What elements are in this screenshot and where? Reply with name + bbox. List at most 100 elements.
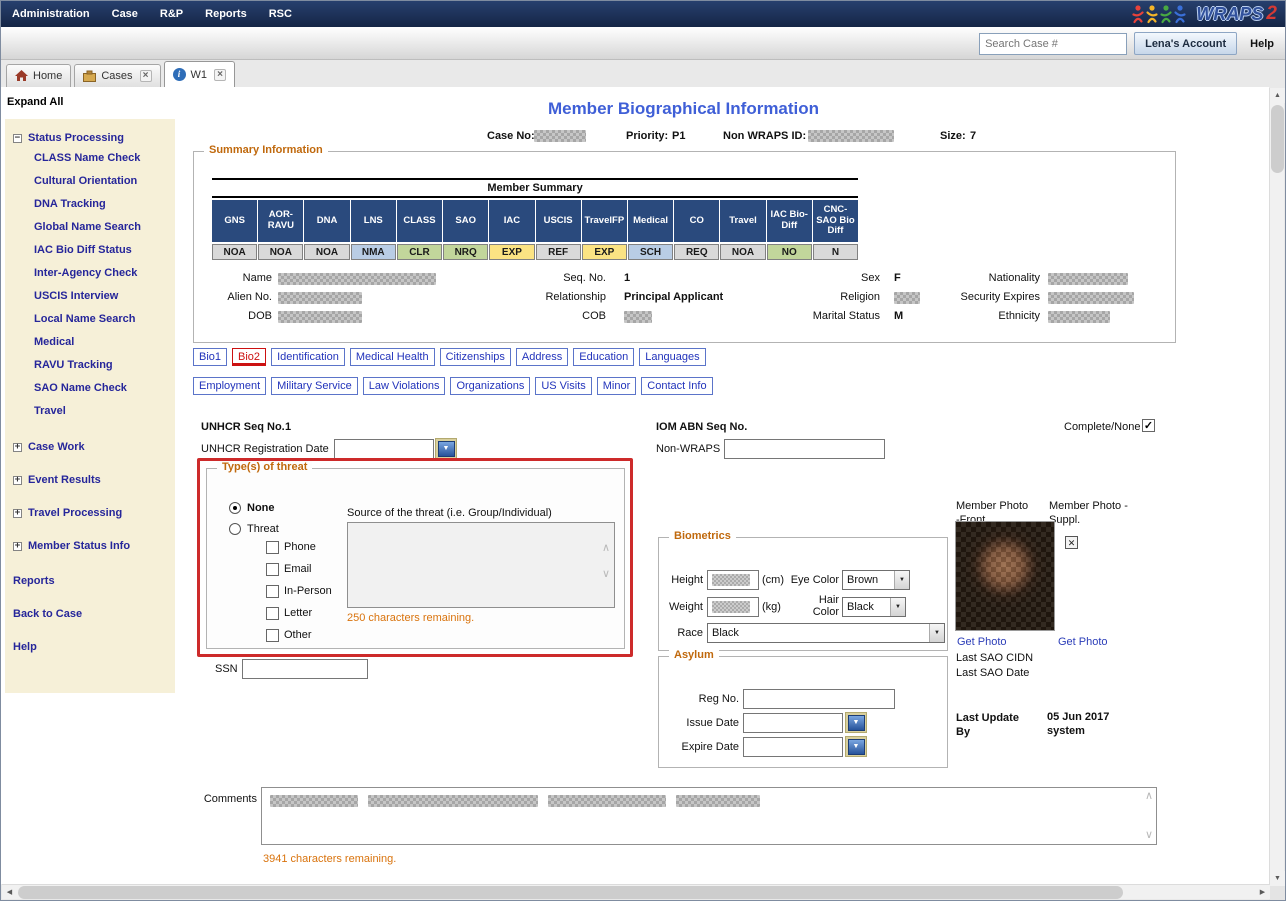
tab-home[interactable]: Home bbox=[6, 64, 71, 87]
tab-contact-info[interactable]: Contact Info bbox=[641, 377, 712, 395]
vertical-scrollbar-thumb[interactable] bbox=[1271, 105, 1284, 173]
close-icon[interactable]: × bbox=[214, 69, 226, 81]
scroll-up-icon[interactable]: ▲ bbox=[1270, 88, 1285, 103]
height-input[interactable] bbox=[707, 570, 759, 590]
sidebar-item-case-work[interactable]: + Case Work bbox=[7, 438, 173, 456]
chevron-down-icon[interactable]: ∨ bbox=[602, 569, 610, 580]
sidebar-item-status-processing[interactable]: − Status Processing bbox=[7, 129, 173, 147]
tab-bio2[interactable]: Bio2 bbox=[232, 348, 266, 366]
non-wraps-id-input[interactable] bbox=[724, 439, 885, 459]
vertical-scrollbar[interactable]: ▲ ▼ bbox=[1269, 88, 1284, 886]
tab-w1[interactable]: i W1 × bbox=[164, 61, 236, 87]
weight-input[interactable] bbox=[707, 597, 759, 617]
tree-expand-icon[interactable]: + bbox=[13, 443, 22, 452]
sidebar-item-back-to-case[interactable]: Back to Case bbox=[7, 605, 173, 623]
sidebar-item-class-name-check[interactable]: CLASS Name Check bbox=[7, 147, 173, 170]
complete-none-checkbox[interactable]: ✓ bbox=[1142, 419, 1155, 432]
tab-bio1[interactable]: Bio1 bbox=[193, 348, 227, 366]
nationality-label: Nationality bbox=[942, 272, 1040, 284]
scroll-right-icon[interactable]: ▶ bbox=[1255, 885, 1270, 900]
close-icon[interactable]: × bbox=[140, 70, 152, 82]
no-photo-icon[interactable]: ✕ bbox=[1065, 536, 1078, 549]
help-link[interactable]: Help bbox=[1244, 38, 1280, 50]
tab-identification[interactable]: Identification bbox=[271, 348, 345, 366]
get-photo-front-link[interactable]: Get Photo bbox=[957, 636, 1007, 648]
sidebar-item-member-status-info[interactable]: + Member Status Info bbox=[7, 537, 173, 555]
ssn-label: SSN bbox=[215, 663, 238, 675]
asylum-reg-no-label: Reg No. bbox=[665, 693, 739, 705]
tab-military-service[interactable]: Military Service bbox=[271, 377, 358, 395]
eye-color-select[interactable]: Brown ▼ bbox=[842, 570, 910, 590]
threat-in-person-checkbox[interactable] bbox=[266, 585, 279, 598]
comments-textarea[interactable]: ∧ ∨ bbox=[261, 787, 1157, 845]
menu-rsc[interactable]: RSC bbox=[258, 1, 303, 27]
status-badge: NOA bbox=[304, 244, 349, 260]
name-label: Name bbox=[202, 272, 272, 284]
sidebar-item-medical[interactable]: Medical bbox=[7, 331, 173, 354]
sidebar-item-ravu-tracking[interactable]: RAVU Tracking bbox=[7, 354, 173, 377]
sidebar-item-global-name-search[interactable]: Global Name Search bbox=[7, 216, 173, 239]
unhcr-reg-date-calendar-button[interactable]: ▼ bbox=[435, 438, 457, 459]
tab-organizations[interactable]: Organizations bbox=[450, 377, 530, 395]
tree-expand-icon[interactable]: + bbox=[13, 476, 22, 485]
asylum-expire-date-input[interactable] bbox=[743, 737, 843, 757]
sidebar-item-reports[interactable]: Reports bbox=[7, 572, 173, 590]
threat-phone-checkbox[interactable] bbox=[266, 541, 279, 554]
threat-source-textarea[interactable]: ∧ ∨ bbox=[347, 522, 615, 608]
tree-expand-icon[interactable]: + bbox=[13, 509, 22, 518]
threat-email-checkbox[interactable] bbox=[266, 563, 279, 576]
search-case-input[interactable] bbox=[979, 33, 1127, 55]
horizontal-scrollbar-thumb[interactable] bbox=[18, 886, 1123, 899]
threat-letter-checkbox[interactable] bbox=[266, 607, 279, 620]
chevron-up-icon[interactable]: ∧ bbox=[1145, 791, 1153, 802]
race-select[interactable]: Black ▼ bbox=[707, 623, 945, 643]
sidebar-item-travel-processing[interactable]: + Travel Processing bbox=[7, 504, 173, 522]
tab-minor[interactable]: Minor bbox=[597, 377, 637, 395]
hair-color-select[interactable]: Black ▼ bbox=[842, 597, 906, 617]
sidebar-item-sao-name-check[interactable]: SAO Name Check bbox=[7, 377, 173, 400]
asylum-issue-date-calendar-button[interactable]: ▼ bbox=[845, 712, 867, 733]
ssn-input[interactable] bbox=[242, 659, 368, 679]
sidebar-item-event-results[interactable]: + Event Results bbox=[7, 471, 173, 489]
menu-reports[interactable]: Reports bbox=[194, 1, 258, 27]
tree-expand-icon[interactable]: + bbox=[13, 542, 22, 551]
sidebar-item-inter-agency-check[interactable]: Inter-Agency Check bbox=[7, 262, 173, 285]
asylum-expire-date-calendar-button[interactable]: ▼ bbox=[845, 736, 867, 757]
horizontal-scrollbar[interactable]: ◀ ▶ bbox=[2, 884, 1270, 899]
tab-education[interactable]: Education bbox=[573, 348, 634, 366]
tab-address[interactable]: Address bbox=[516, 348, 568, 366]
threat-other-checkbox[interactable] bbox=[266, 629, 279, 642]
calendar-dropdown-icon: ▼ bbox=[438, 441, 455, 457]
menu-rp[interactable]: R&P bbox=[149, 1, 194, 27]
asylum-reg-no-input[interactable] bbox=[743, 689, 895, 709]
threat-none-radio[interactable] bbox=[229, 502, 241, 514]
get-photo-suppl-link[interactable]: Get Photo bbox=[1058, 636, 1108, 648]
scroll-left-icon[interactable]: ◀ bbox=[2, 885, 17, 900]
unhcr-reg-date-input[interactable] bbox=[334, 439, 434, 459]
chevron-up-icon[interactable]: ∧ bbox=[602, 543, 610, 554]
tab-medical-health[interactable]: Medical Health bbox=[350, 348, 435, 366]
chevron-down-icon[interactable]: ∨ bbox=[1145, 830, 1153, 841]
tab-employment[interactable]: Employment bbox=[193, 377, 266, 395]
sidebar-item-dna-tracking[interactable]: DNA Tracking bbox=[7, 193, 173, 216]
sidebar-item-iac-bio-diff-status[interactable]: IAC Bio Diff Status bbox=[7, 239, 173, 262]
sidebar-item-help[interactable]: Help bbox=[7, 638, 173, 656]
tab-citizenships[interactable]: Citizenships bbox=[440, 348, 511, 366]
scroll-down-icon[interactable]: ▼ bbox=[1270, 871, 1285, 886]
sidebar-item-local-name-search[interactable]: Local Name Search bbox=[7, 308, 173, 331]
tab-us-visits[interactable]: US Visits bbox=[535, 377, 591, 395]
expand-all-link[interactable]: Expand All bbox=[7, 96, 63, 108]
race-value: Black bbox=[712, 627, 739, 639]
asylum-issue-date-input[interactable] bbox=[743, 713, 843, 733]
tree-collapse-icon[interactable]: − bbox=[13, 134, 22, 143]
sidebar-item-uscis-interview[interactable]: USCIS Interview bbox=[7, 285, 173, 308]
menu-case[interactable]: Case bbox=[101, 1, 149, 27]
tab-law-violations[interactable]: Law Violations bbox=[363, 377, 446, 395]
sidebar-item-cultural-orientation[interactable]: Cultural Orientation bbox=[7, 170, 173, 193]
tab-cases[interactable]: Cases × bbox=[74, 64, 160, 87]
account-button[interactable]: Lena's Account bbox=[1134, 32, 1237, 55]
menu-administration[interactable]: Administration bbox=[1, 1, 101, 27]
sidebar-item-travel[interactable]: Travel bbox=[7, 400, 173, 423]
tab-languages[interactable]: Languages bbox=[639, 348, 705, 366]
threat-threat-radio[interactable] bbox=[229, 523, 241, 535]
